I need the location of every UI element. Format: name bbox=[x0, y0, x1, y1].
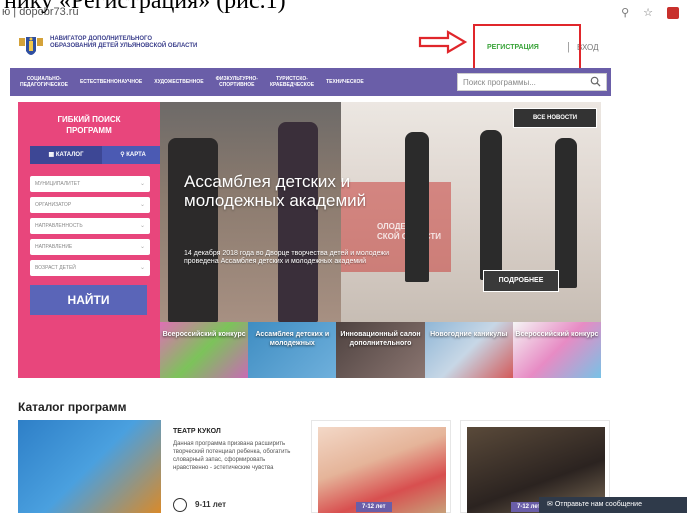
grid-icon: ▦ bbox=[48, 152, 55, 158]
zoom-icon[interactable]: ⚲ bbox=[621, 6, 629, 19]
news-thumb[interactable]: Всероссийский конкурс bbox=[512, 322, 602, 378]
chevron-down-icon: ⌄ bbox=[139, 181, 145, 187]
chevron-down-icon: ⌄ bbox=[139, 223, 145, 229]
filter-title: Гибкий поиск программ bbox=[57, 115, 121, 135]
coat-of-arms-icon[interactable] bbox=[18, 35, 44, 61]
child-face-icon bbox=[173, 498, 187, 512]
register-highlight-box bbox=[473, 24, 581, 72]
age-badge: 7-12 лет bbox=[356, 502, 392, 512]
select-municipality[interactable]: Муниципалитет ⌄ bbox=[30, 176, 150, 192]
all-news-button[interactable]: Все новости bbox=[513, 108, 597, 128]
direction-nav: Социально- педагогическое Естественнонау… bbox=[10, 68, 611, 96]
nav-item-tourism[interactable]: Туристско- краеведческое bbox=[264, 76, 320, 88]
logo-text[interactable]: Навигатор дополнительного образования де… bbox=[50, 36, 200, 50]
map-pin-icon: ⚲ bbox=[120, 152, 125, 158]
program-title[interactable]: Театр кукол bbox=[173, 428, 221, 435]
browser-icons: ⚲ ☆ bbox=[621, 6, 679, 19]
banner-title: Ассамблея детских и молодежных академий bbox=[184, 172, 367, 210]
nav-item-art[interactable]: Художественное bbox=[148, 79, 209, 85]
extension-icon[interactable] bbox=[667, 6, 679, 19]
nav-item-technical[interactable]: Техническое bbox=[320, 79, 370, 85]
program-card[interactable]: 7-12 лет bbox=[311, 420, 451, 513]
nav-item-science[interactable]: Естественнонаучное bbox=[74, 79, 148, 85]
search-input[interactable]: Поиск программы... bbox=[457, 73, 607, 91]
filter-panel: Гибкий поиск программ ▦ Каталог ⚲ Карта … bbox=[18, 102, 164, 378]
news-thumb[interactable]: Инновационный салон дополнительного bbox=[336, 322, 425, 378]
find-button[interactable]: Найти bbox=[30, 285, 147, 315]
nav-item-sport[interactable]: Физкультурно- спортивное bbox=[210, 76, 264, 88]
news-banner[interactable]: ОЛОДЕЖНЫ СКОЙ ОБЛАСТИ Ассамблея детских … bbox=[160, 102, 601, 322]
program-card-image[interactable] bbox=[318, 427, 446, 513]
catalog-title: Каталог программ bbox=[18, 400, 127, 414]
tab-map[interactable]: ⚲ Карта bbox=[102, 146, 164, 164]
document-caption: нику «Регистрация» (рис.1) bbox=[4, 0, 286, 14]
tab-catalog[interactable]: ▦ Каталог bbox=[30, 146, 102, 164]
news-thumbnails: Всероссийский конкурс Ассамблея детских … bbox=[160, 322, 602, 378]
news-thumb[interactable]: Ассамблея детских и молодежных bbox=[248, 322, 337, 378]
banner-person bbox=[168, 138, 218, 322]
banner-person bbox=[278, 122, 318, 322]
select-age[interactable]: Возраст детей ⌄ bbox=[30, 260, 150, 276]
chat-widget[interactable]: ✉ Отправьте нам сообщение bbox=[539, 497, 687, 513]
nav-item-social[interactable]: Социально- педагогическое bbox=[14, 76, 74, 88]
search-icon[interactable] bbox=[590, 76, 601, 87]
screenshot-root: ю | dopobr73.ru ⚲ ☆ нику «Регистрация» (… bbox=[0, 0, 687, 513]
select-focus[interactable]: Направленность ⌄ bbox=[30, 218, 150, 234]
banner-subtitle: 14 декабря 2018 года во Дворце творчеств… bbox=[184, 250, 389, 265]
banner-person bbox=[480, 130, 502, 280]
select-direction[interactable]: Направление ⌄ bbox=[30, 239, 150, 255]
program-description: Данная программа призвана расширить твор… bbox=[173, 441, 291, 471]
program-age: 9-11 лет bbox=[195, 500, 227, 509]
more-button[interactable]: Подробнее bbox=[483, 270, 559, 292]
program-card[interactable]: Театр кукол Данная программа призвана ра… bbox=[161, 420, 301, 513]
select-organizer[interactable]: Организатор ⌄ bbox=[30, 197, 150, 213]
news-thumb[interactable]: Всероссийский конкурс bbox=[160, 322, 249, 378]
banner-person bbox=[555, 138, 577, 288]
mail-icon: ✉ bbox=[547, 501, 553, 508]
star-icon[interactable]: ☆ bbox=[643, 6, 653, 19]
red-arrow-annotation-icon bbox=[418, 30, 468, 54]
chevron-down-icon: ⌄ bbox=[139, 244, 145, 250]
chevron-down-icon: ⌄ bbox=[139, 202, 145, 208]
news-thumb[interactable]: Новогодние каникулы bbox=[424, 322, 513, 378]
program-card-image[interactable] bbox=[18, 420, 161, 513]
chevron-down-icon: ⌄ bbox=[139, 265, 145, 271]
